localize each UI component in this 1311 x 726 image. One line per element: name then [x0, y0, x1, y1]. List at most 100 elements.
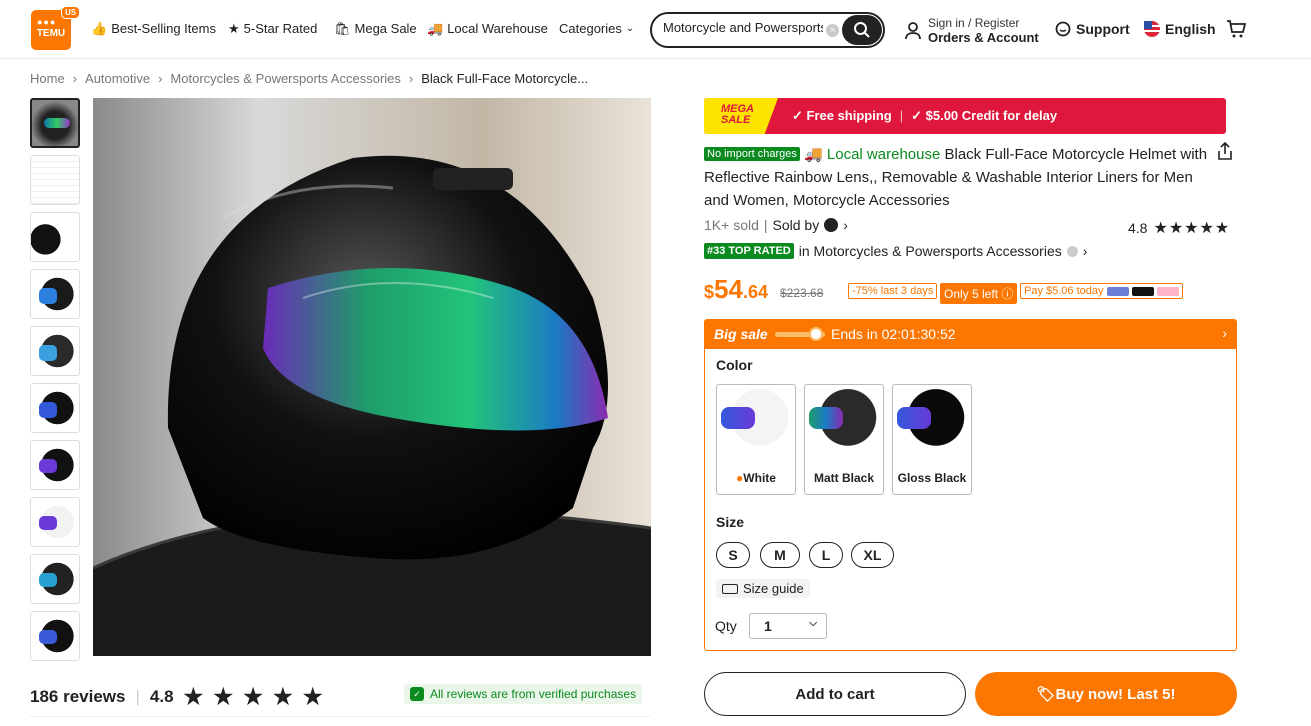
- color-option-gloss-black[interactable]: Gloss Black: [892, 384, 972, 495]
- nav-mega-sale[interactable]: 🛍 Mega Sale: [334, 21, 417, 36]
- ruler-icon: [722, 583, 738, 594]
- cart-icon: [1227, 20, 1246, 38]
- logo-text: TEMU: [36, 28, 66, 39]
- breadcrumb-separator: ›: [158, 71, 163, 86]
- support-label: Support: [1076, 21, 1130, 37]
- big-sale-panel: Big sale Ends in 02:01:30:52 › Color ●Wh…: [704, 319, 1237, 651]
- thumbnail-2[interactable]: [30, 155, 80, 205]
- sold-by-label: Sold by: [772, 217, 820, 233]
- thumbnail-10[interactable]: [30, 611, 80, 661]
- search-input[interactable]: [663, 20, 823, 35]
- price-cents: .64: [742, 282, 768, 302]
- thumbnail-3[interactable]: [30, 212, 80, 262]
- breadcrumb-automotive[interactable]: Automotive: [85, 71, 150, 86]
- current-price: $ 54 .64: [704, 274, 768, 305]
- cart-button[interactable]: [1226, 19, 1246, 39]
- breadcrumb-separator: ›: [408, 71, 414, 86]
- top-rated-badge: #33 TOP RATED: [704, 243, 794, 259]
- banner-text: ✓ Free shipping | ✓ $5.00 Credit for del…: [792, 108, 1057, 124]
- thumbnail-7[interactable]: [30, 440, 80, 490]
- size-guide-label: Size guide: [743, 581, 804, 596]
- buy-now-label: Buy now! Last 5!: [1055, 686, 1176, 703]
- divider: [30, 716, 650, 717]
- color-name: Matt Black: [813, 471, 875, 485]
- logo-mark-icon: ●●●: [37, 17, 57, 27]
- add-to-cart-button[interactable]: Add to cart: [704, 672, 966, 716]
- chevron-down-icon: ⌄: [625, 22, 635, 34]
- orders-account-label: Orders & Account: [928, 30, 1039, 45]
- nav-categories[interactable]: Categories ⌄: [559, 21, 634, 36]
- thumbnail-4[interactable]: [30, 269, 80, 319]
- size-option-xl[interactable]: XL: [851, 542, 894, 568]
- matt-black-helmet-image: [805, 385, 883, 457]
- thumbs-up-icon: 👍: [91, 21, 108, 36]
- bag-icon: 🛍: [334, 21, 351, 36]
- size-option-l[interactable]: L: [809, 542, 843, 568]
- sign-in-link: Sign in / Register: [928, 16, 1020, 30]
- gloss-black-helmet-image: [893, 385, 971, 457]
- seller-avatar[interactable]: [824, 218, 839, 232]
- review-stars: ★ ★ ★ ★ ★: [183, 684, 325, 709]
- nav-label: Mega Sale: [354, 21, 417, 36]
- pay-today-text: Pay $5.06 today: [1024, 285, 1104, 297]
- buy-now-button[interactable]: 🏷Buy now! Last 5!: [975, 672, 1237, 716]
- breadcrumb: Home › Automotive › Motorcycles & Powerspo…: [30, 71, 588, 86]
- product-rating[interactable]: 4.8 ★★★★★: [1128, 218, 1230, 238]
- nav-five-star[interactable]: ★ 5-Star Rated: [228, 21, 317, 36]
- price-currency: $: [704, 282, 715, 302]
- main-product-image[interactable]: [93, 98, 651, 656]
- tag-icon: 🏷: [1036, 686, 1056, 703]
- promo-banner[interactable]: MEGA SALE ✓ Free shipping | ✓ $5.00 Cred…: [704, 98, 1226, 134]
- nav-label: 5-Star Rated: [243, 21, 318, 36]
- discount-badge: -75% last 3 days: [848, 283, 938, 299]
- big-sale-label: Big sale: [714, 326, 768, 342]
- top-rated-category: in Motorcycles & Powersports Accessories: [798, 243, 1062, 259]
- qty-value: 1: [764, 618, 772, 634]
- size-guide-button[interactable]: Size guide: [716, 579, 810, 598]
- affirm-icon: [1131, 286, 1154, 296]
- product-page: ●●● TEMU US 👍 Best-Selling Items ★ 5-Sta…: [0, 0, 1311, 726]
- share-icon[interactable]: [1217, 141, 1233, 165]
- color-option-matt-black[interactable]: Matt Black: [804, 384, 884, 495]
- credit-label: ✓ $5.00 Credit for delay: [911, 108, 1058, 123]
- language-selector[interactable]: English: [1144, 21, 1216, 37]
- clock-icon: [809, 327, 823, 341]
- color-option-white[interactable]: ●White: [716, 384, 796, 495]
- nav-best-selling[interactable]: 👍 Best-Selling Items: [91, 21, 216, 36]
- reviews-summary[interactable]: 186 reviews | 4.8 ★ ★ ★ ★ ★: [30, 684, 325, 710]
- color-name-text: White: [743, 471, 776, 485]
- chevron-right-icon: ›: [1082, 243, 1088, 259]
- top-rated-info[interactable]: #33 TOP RATED in Motorcycles & Powerspor…: [704, 243, 1087, 259]
- thumbnail-1[interactable]: [30, 98, 80, 148]
- helmet-photo: [93, 155, 651, 656]
- local-warehouse-tag: 🚚 Local warehouse: [804, 146, 940, 163]
- thumbnail-8[interactable]: [30, 497, 80, 547]
- top-navigation-bar: ●●● TEMU US 👍 Best-Selling Items ★ 5-Sta…: [0, 0, 1311, 59]
- truck-icon: 🚚: [804, 146, 823, 163]
- truck-icon: 🚚: [427, 21, 444, 36]
- size-option-m[interactable]: M: [760, 542, 800, 568]
- breadcrumb-home[interactable]: Home: [30, 71, 65, 86]
- verified-text: All reviews are from verified purchases: [430, 687, 637, 701]
- local-warehouse-label: Local warehouse: [826, 146, 941, 163]
- rating-value: 4.8: [1128, 220, 1148, 236]
- big-sale-header[interactable]: Big sale Ends in 02:01:30:52 ›: [705, 320, 1236, 349]
- chevron-down-icon: ⌵: [809, 618, 817, 629]
- clear-search-icon[interactable]: ×: [826, 24, 839, 37]
- color-name: Gloss Black: [897, 471, 967, 485]
- search-button[interactable]: [842, 15, 882, 45]
- thumbnail-6[interactable]: [30, 383, 80, 433]
- nav-local-warehouse[interactable]: 🚚 Local Warehouse: [427, 21, 548, 36]
- pay-later-badge[interactable]: Pay $5.06 today: [1020, 283, 1183, 299]
- quantity-select[interactable]: 1 ⌵: [749, 613, 827, 639]
- breadcrumb-category[interactable]: Motorcycles & Powersports Accessories: [170, 71, 400, 86]
- support-link[interactable]: Support: [1055, 21, 1130, 37]
- size-option-s[interactable]: S: [716, 542, 750, 568]
- thumbnail-5[interactable]: [30, 326, 80, 376]
- thumbnail-9[interactable]: [30, 554, 80, 604]
- account-menu[interactable]: Sign in / Register Orders & Account: [905, 16, 1039, 45]
- divider: |: [763, 217, 768, 233]
- shield-check-icon: ✓: [410, 687, 424, 701]
- search-bar: ×: [650, 12, 885, 48]
- qty-label: Qty: [715, 618, 737, 634]
